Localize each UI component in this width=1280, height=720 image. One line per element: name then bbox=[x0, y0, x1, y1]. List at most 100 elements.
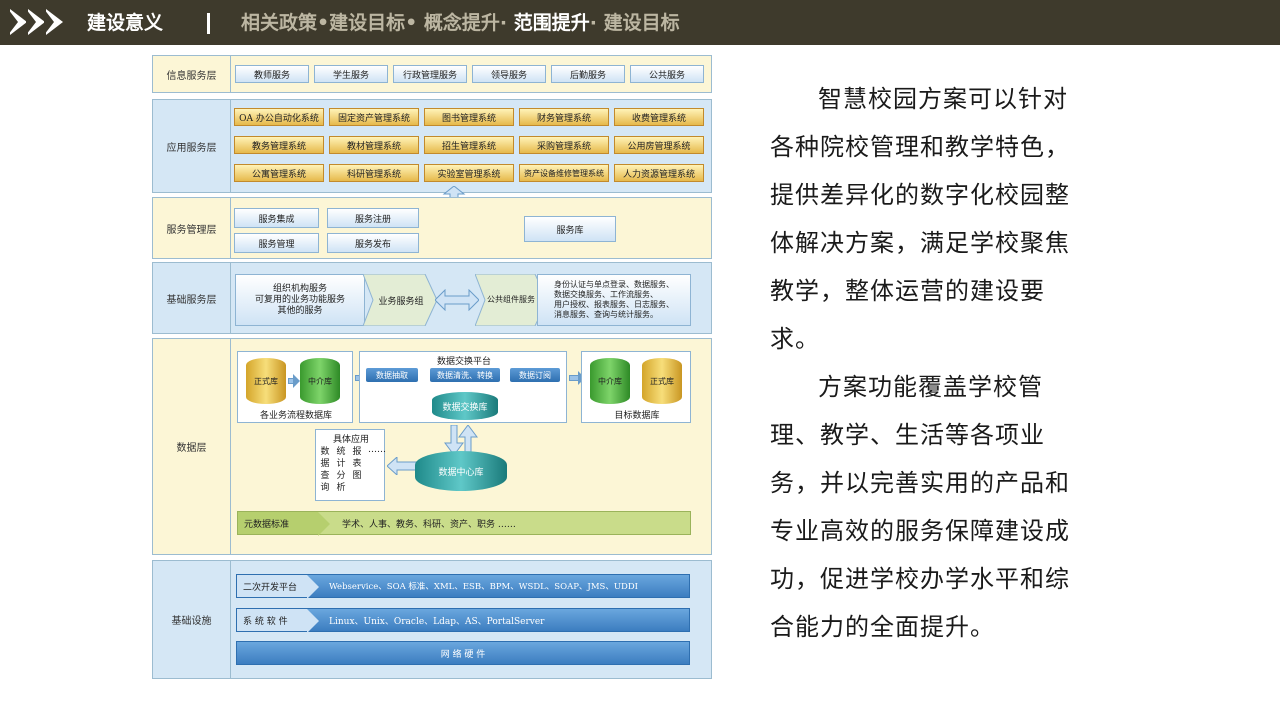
app-system: 教材管理系统 bbox=[329, 136, 419, 154]
exchange-db: 数据交换库 bbox=[432, 392, 498, 420]
exchange-platform: 数据交换平台 数据抽取 数据清洗、转换 数据订阅 数据交换库 bbox=[359, 351, 567, 423]
double-arrow-icon bbox=[435, 289, 479, 311]
apps-col-text: 统计分析 bbox=[336, 447, 346, 493]
biz-service-group: 业务服务组 bbox=[378, 297, 424, 307]
metadata-label-text: 元数据标准 bbox=[244, 519, 290, 530]
app-system: 教务管理系统 bbox=[234, 136, 324, 154]
infra-row: 二次开发平台 Webservice、SOA 标准、XML、ESB、BPM、WSD… bbox=[236, 574, 690, 599]
infra-row-content: Linux、Unix、Oracle、Ldap、AS、PortalServer bbox=[329, 616, 545, 627]
nav-item[interactable]: · 建设目标 bbox=[590, 12, 680, 34]
app-system: 固定资产管理系统 bbox=[329, 108, 419, 126]
formal-db: 正式库 bbox=[246, 358, 286, 404]
chevron-cut bbox=[8, 9, 18, 35]
common-component-group: 公共组件服务 bbox=[487, 295, 535, 304]
common-detail-box: 身份认证与单点登录、数据服务、 数据交换服务、工作流服务、 用户授权、报表服务、… bbox=[537, 274, 691, 326]
layer-label: 数据层 bbox=[153, 339, 231, 554]
apps-title: 具体应用 bbox=[332, 435, 369, 445]
infra-row-label: 二次开发平台 bbox=[237, 575, 319, 599]
business-db-caption: 各业务流程数据库 bbox=[259, 411, 332, 421]
app-system: OA 办公自动化系统 bbox=[234, 108, 324, 126]
svc-library: 服务库 bbox=[524, 216, 616, 242]
org-service-text: 组织机构服务 可复用的业务功能服务 其他的服务 bbox=[254, 283, 345, 316]
header-divider bbox=[207, 13, 210, 34]
business-db-group: 正式库 中介库 各业务流程数据库 bbox=[237, 351, 353, 423]
layer-label: 应用服务层 bbox=[153, 100, 231, 192]
layer-label: 信息服务层 bbox=[153, 56, 231, 92]
layer-label: 基础服务层 bbox=[153, 263, 231, 333]
nav-item-active[interactable]: 范围提升 bbox=[507, 12, 590, 34]
apps-col: …… bbox=[368, 446, 386, 455]
app-system: 科研管理系统 bbox=[329, 164, 419, 182]
apps-col: 数据查询 bbox=[320, 446, 330, 494]
app-system: 公寓管理系统 bbox=[234, 164, 324, 182]
data-layer: 数据层 正式库 中介库 各业务流程数据库 数据交换平台 数据抽取 数据清洗、转换… bbox=[152, 338, 712, 555]
chevron-cut bbox=[26, 9, 36, 35]
apps-col: 统计分析 bbox=[336, 446, 346, 494]
app-system: 图书管理系统 bbox=[424, 108, 514, 126]
infra-row: 系 统 软 件 Linux、Unix、Oracle、Ldap、AS、Portal… bbox=[236, 608, 690, 633]
nav-item[interactable]: 相关政策• bbox=[241, 12, 329, 34]
exchange-step: 数据清洗、转换 bbox=[430, 368, 500, 382]
mid-db: 中介库 bbox=[300, 358, 340, 404]
metadata-content: 学术、人事、教务、科研、资产、职务 …… bbox=[342, 519, 516, 530]
target-db-caption: 目标数据库 bbox=[614, 411, 660, 421]
network-label: 网 络 硬 件 bbox=[440, 649, 486, 660]
paragraph: 方案功能覆盖学校管理、教学、生活等各项业务，并以完善实用的产品和专业高效的服务保… bbox=[770, 373, 1070, 641]
info-item: 领导服务 bbox=[472, 65, 546, 83]
formal-db-label: 正式库 bbox=[650, 376, 674, 386]
nav-item[interactable]: 概念提升· bbox=[417, 12, 507, 34]
app-service-layer: 应用服务层 OA 办公自动化系统 固定资产管理系统 图书管理系统 财务管理系统 … bbox=[152, 99, 712, 193]
svc-item: 服务管理 bbox=[234, 233, 319, 253]
exchange-title: 数据交换平台 bbox=[436, 357, 491, 367]
apps-col-text: …… bbox=[368, 445, 386, 455]
org-service-box: 组织机构服务 可复用的业务功能服务 其他的服务 bbox=[235, 274, 365, 326]
exchange-step: 数据抽取 bbox=[366, 368, 418, 382]
app-system: 实验室管理系统 bbox=[424, 164, 514, 182]
infra-row-label-text: 二次开发平台 bbox=[243, 582, 298, 593]
paragraph: 智慧校园方案可以针对各种院校管理和教学特色，提供差异化的数字化校园整体解决方案，… bbox=[770, 85, 1070, 353]
specific-apps-box: 具体应用 数据查询 统计分析 报表图 …… bbox=[315, 429, 386, 501]
base-service-layer: 基础服务层 组织机构服务 可复用的业务功能服务 其他的服务 业务服务组 公共组件… bbox=[152, 262, 712, 334]
info-item: 公共服务 bbox=[630, 65, 704, 83]
svc-item: 服务注册 bbox=[327, 208, 419, 228]
layer-label: 服务管理层 bbox=[153, 198, 231, 258]
service-mgmt-layer: 服务管理层 服务集成 服务注册 服务管理 服务发布 服务库 bbox=[152, 197, 712, 259]
nav-breadcrumb: 相关政策•建设目标• 概念提升· 范围提升· 建设目标 bbox=[241, 10, 680, 36]
nav-item[interactable]: 建设目标• bbox=[329, 12, 417, 34]
infra-row-label: 系 统 软 件 bbox=[237, 609, 319, 633]
exchange-step: 数据订阅 bbox=[510, 368, 560, 382]
metadata-band: 元数据标准 学术、人事、教务、科研、资产、职务 …… bbox=[237, 511, 691, 536]
network-band: 网 络 硬 件 bbox=[236, 641, 690, 665]
app-system: 公用房管理系统 bbox=[614, 136, 704, 154]
target-db-group: 中介库 正式库 目标数据库 bbox=[581, 351, 691, 423]
metadata-label: 元数据标准 bbox=[238, 512, 330, 536]
apps-col: 报表图 bbox=[352, 446, 362, 482]
info-service-layer: 信息服务层 教师服务 学生服务 行政管理服务 领导服务 后勤服务 公共服务 bbox=[152, 55, 712, 93]
info-item: 后勤服务 bbox=[551, 65, 625, 83]
mid-db-label: 中介库 bbox=[598, 376, 622, 386]
arrow-right-icon bbox=[288, 374, 300, 388]
header-bar: 建设意义 相关政策•建设目标• 概念提升· 范围提升· 建设目标 bbox=[0, 0, 1280, 45]
data-center-label: 数据中心库 bbox=[438, 467, 484, 478]
body-text: 智慧校园方案可以针对各种院校管理和教学特色，提供差异化的数字化校园整体解决方案，… bbox=[770, 75, 1070, 651]
info-item: 教师服务 bbox=[235, 65, 309, 83]
formal-db: 正式库 bbox=[642, 358, 682, 404]
chevron-cut bbox=[44, 9, 54, 35]
app-system: 人力资源管理系统 bbox=[614, 164, 704, 182]
svc-item: 服务发布 bbox=[327, 233, 419, 253]
arrow-left-icon bbox=[387, 457, 417, 475]
infra-row-content: Webservice、SOA 标准、XML、ESB、BPM、WSDL、SOAP、… bbox=[329, 582, 639, 592]
app-system: 收费管理系统 bbox=[614, 108, 704, 126]
app-system: 财务管理系统 bbox=[519, 108, 609, 126]
layer-label: 基础设施 bbox=[153, 561, 231, 678]
data-center-db: 数据中心库 bbox=[415, 451, 507, 491]
common-detail-text: 身份认证与单点登录、数据服务、 数据交换服务、工作流服务、 用户授权、报表服务、… bbox=[554, 280, 674, 319]
apps-col-text: 数据查询 bbox=[320, 447, 330, 493]
section-title: 建设意义 bbox=[87, 12, 164, 34]
app-system: 采购管理系统 bbox=[519, 136, 609, 154]
formal-db-label: 正式库 bbox=[254, 376, 278, 386]
infra-row-label-text: 系 统 软 件 bbox=[243, 616, 288, 627]
app-system: 资产设备维修管理系统 bbox=[519, 164, 609, 182]
svc-item: 服务集成 bbox=[234, 208, 319, 228]
architecture-diagram: 信息服务层 教师服务 学生服务 行政管理服务 领导服务 后勤服务 公共服务 应用… bbox=[152, 55, 714, 681]
